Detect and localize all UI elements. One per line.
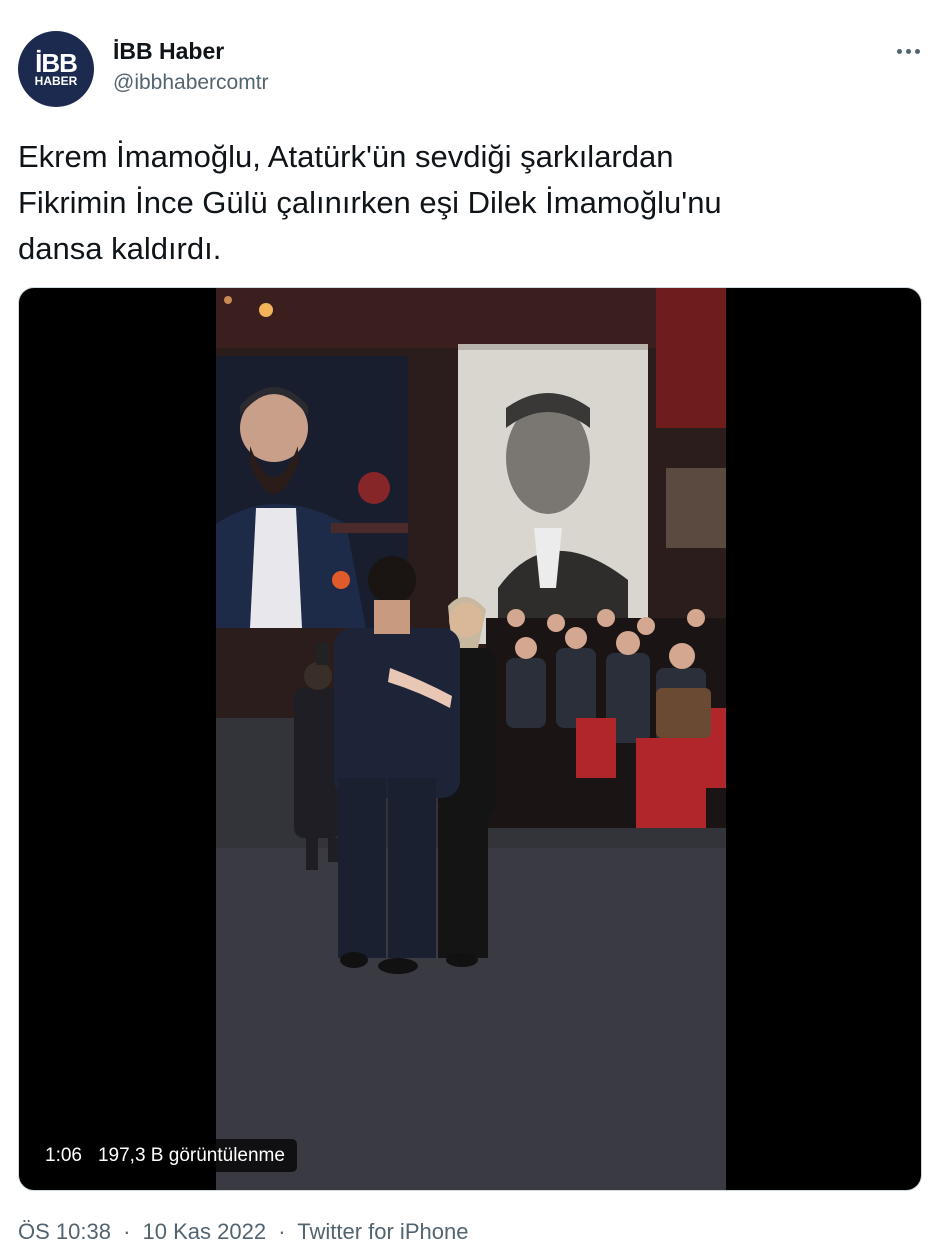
stage-light-icon	[259, 303, 273, 317]
tweet-time[interactable]: ÖS 10:38	[18, 1219, 111, 1244]
more-dot-icon	[905, 48, 911, 54]
author-name[interactable]: İBB Haber	[113, 37, 269, 65]
avatar-logo-top: İBB	[35, 47, 78, 78]
video-view-count: 197,3 B görüntülenme	[97, 1144, 285, 1166]
author-handle[interactable]: @ibbhabercomtr	[113, 69, 269, 97]
video-info-badge: 1:06 197,3 B görüntülenme	[33, 1139, 297, 1172]
meta-separator: ·	[278, 1219, 286, 1244]
author-block: İBB Haber @ibbhabercomtr	[113, 37, 269, 97]
avatar-logo-bottom: HABER	[34, 73, 78, 88]
more-options-button[interactable]	[890, 36, 926, 66]
more-dot-icon	[914, 48, 920, 54]
video-frame[interactable]	[216, 288, 726, 1190]
video-duration: 1:06	[45, 1144, 82, 1166]
avatar[interactable]: İBB HABER	[18, 31, 94, 107]
tweet-text: Ekrem İmamoğlu, Atatürk'ün sevdiği şarkı…	[18, 134, 918, 272]
meta-separator: ·	[123, 1219, 131, 1244]
tweet-source[interactable]: Twitter for iPhone	[297, 1219, 468, 1244]
tweet-text-line: Ekrem İmamoğlu, Atatürk'ün sevdiği şarkı…	[18, 139, 674, 174]
tweet-text-line: dansa kaldırdı.	[18, 231, 222, 266]
tweet-date[interactable]: 10 Kas 2022	[143, 1219, 267, 1244]
tweet-meta: ÖS 10:38 · 10 Kas 2022 · Twitter for iPh…	[18, 1218, 468, 1246]
video-thumbnail	[216, 288, 726, 1190]
tweet: İBB HABER İBB Haber @ibbhabercomtr Ekrem…	[0, 0, 946, 1260]
more-dot-icon	[896, 48, 902, 54]
video-player[interactable]: 1:06 197,3 B görüntülenme	[18, 287, 922, 1191]
tweet-text-line: Fikrimin İnce Gülü çalınırken eşi Dilek …	[18, 185, 722, 220]
